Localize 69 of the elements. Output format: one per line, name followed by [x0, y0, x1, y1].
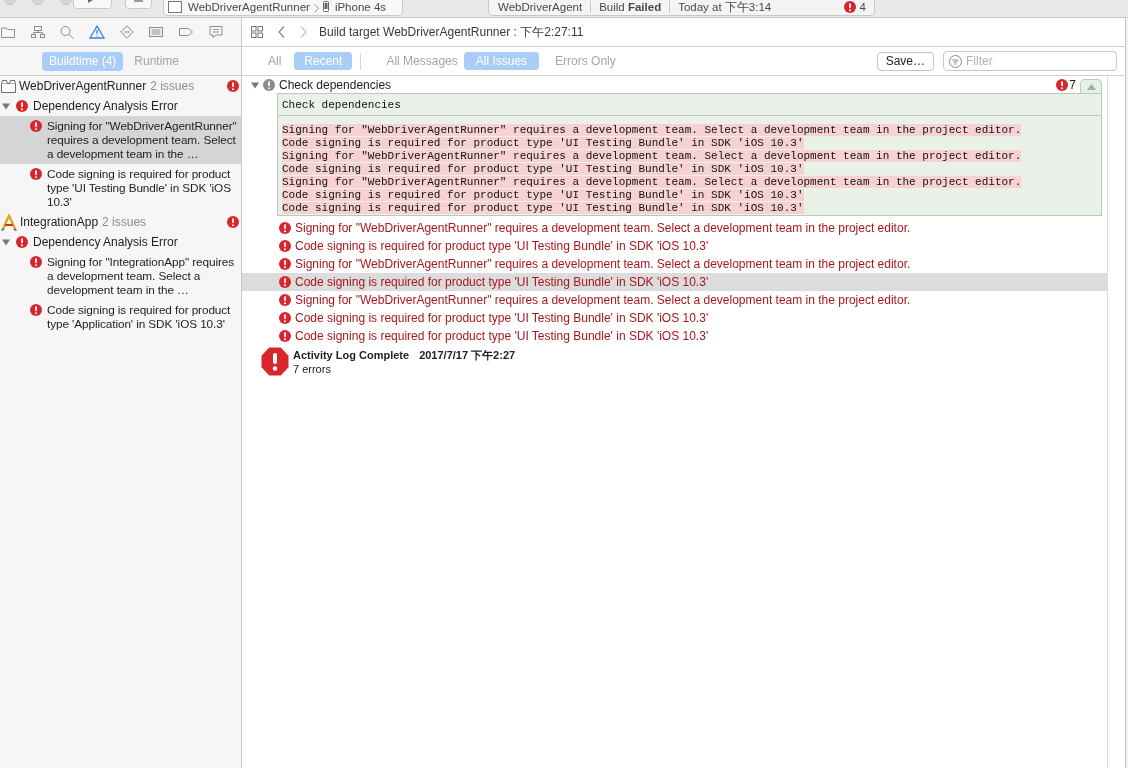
triangle-up-icon	[1086, 83, 1096, 90]
folder-icon[interactable]	[0, 25, 16, 39]
error-count: 7	[1069, 78, 1076, 92]
transcript-command: Check dependencies	[282, 98, 401, 111]
scheme-button[interactable]: WebDriverAgentRunner	[168, 0, 310, 14]
error-icon	[279, 294, 291, 306]
issue-item[interactable]: Signing for "IntegrationApp" requires a development team. Select a development team in the …	[0, 252, 241, 300]
diamond-icon[interactable]	[118, 25, 135, 39]
error-icon	[279, 312, 291, 324]
project-name: WebDriverAgent	[498, 0, 583, 14]
error-icon	[279, 276, 291, 288]
disclosure-triangle-icon[interactable]	[251, 81, 259, 89]
error-icon	[279, 258, 291, 270]
issue-row[interactable]: Code signing is required for product type 'UI Testing Bundle' in SDK 'iOS 10.3'	[242, 237, 1107, 255]
error-icon	[279, 222, 291, 234]
target-name: IntegrationApp	[20, 215, 99, 229]
error-icon	[279, 330, 291, 342]
error-icon	[16, 236, 28, 248]
device-button[interactable]: iPhone 4s	[322, 0, 387, 14]
error-icon	[30, 304, 42, 316]
issue-item[interactable]: Code signing is required for product type 'Application' in SDK 'iOS 10.3'	[0, 300, 241, 334]
warning-icon[interactable]	[89, 25, 106, 39]
save-button[interactable]: Save…	[876, 51, 934, 71]
error-icon	[227, 216, 239, 228]
target-name: WebDriverAgentRunner	[19, 79, 147, 93]
search-icon[interactable]	[59, 25, 76, 39]
issue-row[interactable]: Code signing is required for product type 'UI Testing Bundle' in SDK 'iOS 10.3'	[242, 309, 1107, 327]
chevron-right-icon[interactable]	[300, 26, 307, 38]
build-status: Build Failed	[599, 0, 662, 14]
error-icon	[227, 80, 239, 92]
grid-icon[interactable]	[251, 26, 263, 38]
section-title: Check dependencies	[279, 78, 392, 92]
summary-time: 2017/7/17 下午2:27	[419, 349, 516, 361]
error-icon	[30, 256, 42, 268]
speech-bubble-icon[interactable]	[207, 25, 224, 39]
issue-row[interactable]: Code signing is required for product type 'UI Testing Bundle' in SDK 'iOS 10.3'	[242, 327, 1107, 345]
disclosure-triangle-icon[interactable]	[2, 238, 10, 246]
breadcrumb: Build target WebDriverAgentRunner : 下午2:27:11	[319, 23, 584, 41]
issue-row[interactable]: Signing for "WebDriverAgentRunner" requires a development team. Select a development team in the project editor.	[242, 219, 1107, 237]
error-octagon-icon	[261, 347, 289, 376]
filter-icon	[949, 55, 962, 68]
tag-icon[interactable]	[178, 25, 195, 39]
chevron-left-icon[interactable]	[278, 26, 285, 38]
issue-count: 2 issues	[150, 79, 195, 93]
issue-row[interactable]: Signing for "WebDriverAgentRunner" requires a development team. Select a development team in the project editor.	[242, 255, 1107, 273]
issue-row[interactable]: Signing for "WebDriverAgentRunner" requires a development team. Select a development team in the project editor.	[242, 291, 1107, 309]
filter-field[interactable]: Filter	[943, 51, 1117, 71]
issue-count: 2 issues	[102, 215, 147, 229]
activity-time: Today at 下午3:14	[678, 0, 772, 14]
error-icon	[279, 240, 291, 252]
summary-title: Activity Log Complete	[293, 349, 410, 361]
error-icon	[30, 120, 42, 132]
summary-detail: 7 errors	[293, 363, 331, 375]
error-count: 4	[859, 0, 866, 14]
error-icon	[1056, 79, 1069, 91]
exclamation-icon	[263, 79, 275, 91]
error-icon	[16, 100, 28, 112]
issue-row[interactable]: Code signing is required for product type 'UI Testing Bundle' in SDK 'iOS 10.3'	[242, 273, 1107, 291]
list-icon[interactable]	[148, 25, 165, 39]
group-title: Dependency Analysis Error	[33, 235, 178, 249]
disclosure-triangle-icon[interactable]	[2, 102, 10, 110]
scroll-up-button[interactable]	[1080, 79, 1102, 93]
app-icon	[1, 213, 17, 231]
group-title: Dependency Analysis Error	[33, 99, 178, 113]
chevron-right-icon	[313, 4, 319, 13]
hierarchy-icon[interactable]	[29, 25, 46, 39]
issue-item[interactable]: Signing for "WebDriverAgentRunner" requires a development team. Select a development team in the …	[0, 116, 241, 164]
error-icon	[30, 168, 42, 180]
issue-item[interactable]: Code signing is required for product type 'UI Testing Bundle' in SDK 'iOS 10.3'	[0, 164, 241, 212]
